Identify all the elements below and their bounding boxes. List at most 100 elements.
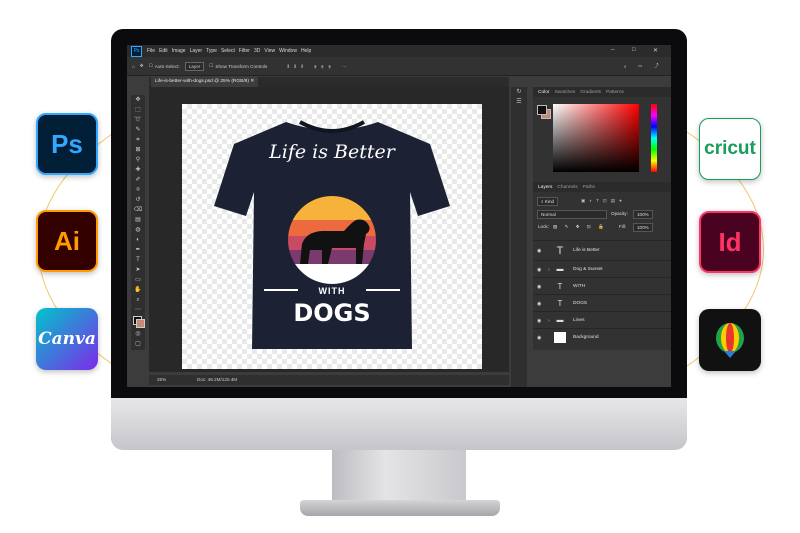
show-transform-label: Show Transform Controls	[215, 63, 268, 69]
visibility-eye-icon[interactable]: ◉	[537, 318, 541, 324]
tab-channels[interactable]: Channels	[557, 185, 577, 190]
minimize-icon[interactable]: –	[611, 47, 614, 53]
chevron-right-icon[interactable]: ›	[548, 318, 550, 324]
layer-row-dogs[interactable]: ◉ T DOGS	[533, 294, 671, 312]
close-tab-icon[interactable]: ✕	[250, 79, 254, 84]
menu-type[interactable]: Type	[206, 48, 217, 54]
illustrator-app-icon: Ai	[36, 210, 98, 272]
tab-patterns[interactable]: Patterns	[606, 90, 624, 95]
visibility-eye-icon[interactable]: ◉	[537, 335, 541, 341]
move-tool-icon[interactable]: ✥	[131, 95, 145, 105]
menu-select[interactable]: Select	[221, 48, 235, 54]
show-transform-checkbox[interactable]: ☐	[209, 63, 213, 69]
layer-name: Life is Better	[573, 248, 600, 253]
move-tool-icon[interactable]: ✥	[140, 63, 144, 69]
menu-view[interactable]: View	[264, 48, 275, 54]
share-icon[interactable]: ⤴	[654, 63, 659, 69]
layer-row-background[interactable]: ◉ Background	[533, 328, 671, 346]
canvas-area[interactable]: Life is Better WITH DOGS	[149, 87, 509, 372]
eyedropper-tool-icon[interactable]: ⚲	[131, 155, 145, 165]
brush-tool-icon[interactable]: ✐	[131, 175, 145, 185]
color-picker-field[interactable]	[553, 104, 639, 172]
visibility-eye-icon[interactable]: ◉	[537, 301, 541, 307]
zoom-level[interactable]: 25%	[157, 375, 166, 385]
frame-tool-icon[interactable]: ⊠	[131, 145, 145, 155]
document-tab[interactable]: Life-is-better-with-dogs.psd @ 25% (RGB/…	[151, 77, 259, 87]
lock-icons[interactable]: ▨ ✎ ✥ ⊡ 🔒	[553, 222, 607, 232]
menu-edit[interactable]: Edit	[159, 48, 168, 54]
workspace-icon[interactable]: ▭	[638, 63, 642, 69]
hue-slider[interactable]	[651, 104, 657, 172]
gradient-tool-icon[interactable]: ▤	[131, 215, 145, 225]
close-icon[interactable]: ✕	[653, 47, 658, 54]
zoom-tool-icon[interactable]: ⌕	[131, 295, 145, 305]
history-icon[interactable]: ↻	[511, 87, 527, 97]
monitor-chin	[111, 398, 687, 450]
photoshop-app-icon: Ps	[36, 113, 98, 175]
marquee-tool-icon[interactable]: ⬚	[131, 105, 145, 115]
visibility-eye-icon[interactable]: ◉	[537, 284, 541, 290]
align-icons[interactable]: ⫴⫴⫴ ⫵⫵⫵ ⋯	[287, 64, 351, 69]
layer-row-with[interactable]: ◉ T WITH	[533, 277, 671, 295]
home-icon[interactable]: ⌂	[132, 64, 135, 69]
blend-row: Normal Opacity: 100%	[533, 209, 671, 219]
document-tab-title: Life-is-better-with-dogs.psd @ 25% (RGB/…	[155, 79, 249, 84]
layer-row-lines[interactable]: ◉ › ▬ Lines	[533, 311, 671, 329]
tab-paths[interactable]: Paths	[583, 185, 595, 190]
tab-layers[interactable]: Layers	[538, 185, 552, 190]
clone-stamp-tool-icon[interactable]: ⍟	[131, 185, 145, 195]
path-select-tool-icon[interactable]: ➤	[131, 265, 145, 275]
opacity-input[interactable]: 100%	[633, 210, 653, 219]
crop-tool-icon[interactable]: ⌗	[131, 135, 145, 145]
blend-mode-dropdown[interactable]: Normal	[537, 210, 607, 219]
healing-tool-icon[interactable]: ✚	[131, 165, 145, 175]
menu-help[interactable]: Help	[301, 48, 311, 54]
layer-row-dog-sunset[interactable]: ◉ › ▬ Dog & Sunset	[533, 260, 671, 278]
layer-row-life-is-better[interactable]: ◉ T Life is Better	[533, 240, 671, 261]
quick-mask-icon[interactable]: ◎	[131, 329, 145, 339]
color-swatches[interactable]	[131, 315, 145, 329]
foreground-color-swatch[interactable]	[537, 105, 547, 115]
screen-mode-icon[interactable]: ▢	[131, 339, 145, 349]
tab-gradients[interactable]: Gradients	[580, 90, 601, 95]
lasso-tool-icon[interactable]: ➰	[131, 115, 145, 125]
menu-3d[interactable]: 3D	[254, 48, 260, 54]
layer-filter-dropdown[interactable]: ⌕ Kind	[537, 197, 559, 206]
document-canvas[interactable]: Life is Better WITH DOGS	[182, 104, 482, 369]
menu-filter[interactable]: Filter	[239, 48, 250, 54]
blur-tool-icon[interactable]: ◍	[131, 225, 145, 235]
hand-tool-icon[interactable]: ✋	[131, 285, 145, 295]
photoshop-label: Ps	[51, 128, 83, 159]
lock-row: Lock: ▨ ✎ ✥ ⊡ 🔒 Fill: 100%	[533, 222, 671, 232]
auto-select-checkbox[interactable]: ☐	[149, 63, 153, 69]
visibility-eye-icon[interactable]: ◉	[537, 267, 541, 273]
more-tools-icon[interactable]: ⋯	[131, 305, 145, 315]
chevron-right-icon[interactable]: ›	[548, 267, 550, 273]
pen-tool-icon[interactable]: ✒	[131, 245, 145, 255]
dodge-tool-icon[interactable]: ◐	[131, 235, 145, 245]
properties-icon[interactable]: ☰	[511, 97, 527, 107]
lock-label: Lock:	[538, 224, 549, 229]
text-layer-icon: T	[557, 299, 563, 308]
menu-layer[interactable]: Layer	[190, 48, 203, 54]
history-brush-tool-icon[interactable]: ↺	[131, 195, 145, 205]
folder-icon: ▬	[556, 317, 564, 324]
shape-tool-icon[interactable]: ▭	[131, 275, 145, 285]
menu-file[interactable]: File	[147, 48, 155, 54]
maximize-icon[interactable]: □	[632, 47, 636, 53]
tab-color[interactable]: Color	[538, 90, 549, 95]
menu-image[interactable]: Image	[172, 48, 186, 54]
visibility-eye-icon[interactable]: ◉	[537, 248, 541, 254]
type-tool-icon[interactable]: T	[131, 255, 145, 265]
tab-swatches[interactable]: Swatches	[554, 90, 575, 95]
fill-input[interactable]: 100%	[633, 223, 653, 232]
quick-select-tool-icon[interactable]: ✎	[131, 125, 145, 135]
layer-name: Background	[573, 335, 599, 340]
tools-panel: ✥ ⬚ ➰ ✎ ⌗ ⊠ ⚲ ✚ ✐ ⍟ ↺ ⌫ ▤ ◍ ◐ ✒ T ➤ ▭ ✋ …	[131, 95, 145, 350]
filter-type-icons[interactable]: ▣◐T⊡▤●	[581, 196, 626, 206]
eraser-tool-icon[interactable]: ⌫	[131, 205, 145, 215]
auto-select-dropdown[interactable]: Layer	[184, 61, 205, 71]
menu-window[interactable]: Window	[279, 48, 297, 54]
search-icon[interactable]: ⌕	[624, 64, 627, 69]
background-thumbnail	[554, 332, 566, 343]
